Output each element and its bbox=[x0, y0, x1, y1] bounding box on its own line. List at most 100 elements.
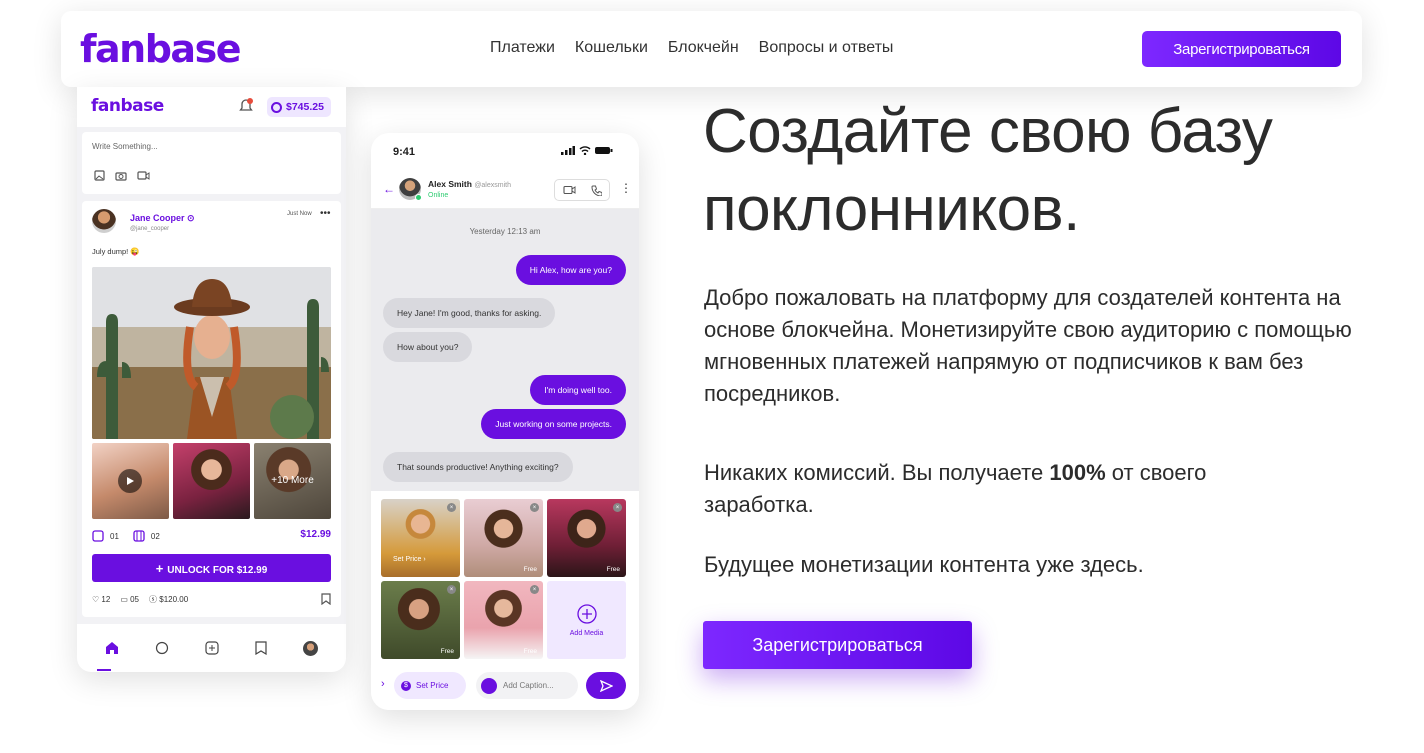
author-name: Jane Cooper ⊙ bbox=[130, 213, 195, 224]
coin-icon bbox=[271, 101, 282, 113]
back-arrow-icon[interactable]: ← bbox=[383, 182, 395, 196]
nav-link-faq[interactable]: Вопросы и ответы bbox=[759, 39, 894, 57]
contact-name-text: Alex Smith bbox=[428, 179, 472, 189]
media-item[interactable]: × Free bbox=[547, 499, 626, 577]
plus-icon: + bbox=[155, 560, 164, 576]
video-icon bbox=[137, 170, 150, 181]
hero-description: Добро пожаловать на платформу для создат… bbox=[704, 285, 1352, 406]
signal-icon bbox=[561, 146, 575, 155]
feed-post: Jane Cooper ⊙ @jane_cooper Just Now ••• … bbox=[82, 201, 341, 617]
profile-avatar[interactable] bbox=[303, 640, 318, 656]
like-stat[interactable]: ♡ 12 bbox=[92, 595, 110, 604]
author-avatar bbox=[92, 209, 116, 233]
comment-count: 05 bbox=[130, 595, 140, 604]
day-separator: Yesterday 12:13 am bbox=[469, 227, 541, 236]
composer-box: Write Something... bbox=[82, 132, 341, 194]
post-image-cowgirl bbox=[92, 267, 331, 439]
media-item[interactable]: × Free bbox=[381, 581, 460, 659]
brand-logo[interactable]: fanbase bbox=[80, 27, 241, 71]
unlock-label: UNLOCK FOR $12.99 bbox=[167, 564, 268, 576]
send-icon bbox=[599, 679, 613, 692]
call-actions bbox=[554, 179, 610, 201]
caption-placeholder: Add Caption... bbox=[503, 681, 554, 690]
post-text: July dump! 😜 bbox=[92, 247, 140, 256]
bookmark-tab-icon[interactable] bbox=[255, 641, 267, 655]
expand-chevron-icon[interactable]: › bbox=[381, 678, 385, 690]
phone-call-icon[interactable] bbox=[590, 185, 602, 196]
send-button[interactable] bbox=[586, 672, 626, 699]
remove-media-icon[interactable]: × bbox=[530, 503, 539, 512]
author-name-text: Jane Cooper bbox=[130, 213, 185, 223]
caption-input[interactable]: Add Caption... bbox=[476, 672, 578, 699]
media-item[interactable]: × Free bbox=[464, 581, 543, 659]
message-bubble: I'm doing well too. bbox=[530, 375, 626, 405]
compose-bar: › $ Set Price Add Caption... bbox=[371, 661, 639, 710]
composer-tools bbox=[94, 170, 150, 181]
set-price-button[interactable]: $ Set Price bbox=[394, 672, 466, 699]
feed-logo: fanbase bbox=[91, 96, 164, 116]
status-icons bbox=[561, 146, 613, 155]
video-call-icon[interactable] bbox=[562, 185, 576, 195]
nav-link-payments[interactable]: Платежи bbox=[490, 39, 555, 57]
wifi-icon bbox=[579, 146, 591, 155]
video-count: 02 bbox=[150, 531, 160, 541]
remove-media-icon[interactable]: × bbox=[530, 585, 539, 594]
bookmark-icon[interactable] bbox=[321, 593, 331, 605]
kebab-menu-icon[interactable]: ⋮ bbox=[620, 181, 632, 195]
remove-media-icon[interactable]: × bbox=[447, 503, 456, 512]
set-price-label: Set Price bbox=[416, 681, 449, 690]
free-label: Free bbox=[606, 566, 620, 573]
comment-icon: ▭ bbox=[120, 595, 128, 604]
contact-status: Online bbox=[428, 192, 449, 199]
hero-register-button[interactable]: Зарегистрироваться bbox=[703, 621, 972, 669]
unlock-button[interactable]: + UNLOCK FOR $12.99 bbox=[92, 554, 331, 582]
message-bubble: How about you? bbox=[383, 332, 473, 362]
media-item[interactable]: × Free bbox=[464, 499, 543, 577]
media-stats: 01 02 $12.99 bbox=[92, 528, 331, 544]
dollar-coin-icon: $ bbox=[401, 680, 411, 691]
online-indicator bbox=[415, 194, 422, 201]
play-icon[interactable] bbox=[118, 469, 142, 493]
nav-link-wallets[interactable]: Кошельки bbox=[575, 39, 648, 57]
heart-icon: ♡ bbox=[92, 595, 100, 604]
add-circle-icon bbox=[576, 603, 597, 624]
nav-link-blockchain[interactable]: Блокчейн bbox=[668, 39, 739, 57]
commission-percent: 100% bbox=[1049, 460, 1106, 485]
set-price-link[interactable]: Set Price › bbox=[393, 556, 426, 563]
chat-header: ← Alex Smith @alexsmith Online ⋮ bbox=[371, 173, 639, 209]
emoji-icon[interactable] bbox=[481, 677, 497, 694]
verified-icon: ⊙ bbox=[187, 213, 195, 223]
thumb-photo[interactable] bbox=[173, 443, 250, 519]
feed-header: fanbase $745.25 bbox=[77, 87, 346, 127]
media-item[interactable]: × Set Price › bbox=[381, 499, 460, 577]
tip-amount: $120.00 bbox=[159, 595, 189, 604]
post-time: Just Now bbox=[287, 211, 312, 217]
remove-media-icon[interactable]: × bbox=[613, 503, 622, 512]
chat-phone-mockup: 9:41 ← Alex Smith @alexsmith Online ⋮ Ye… bbox=[371, 133, 639, 710]
thumb-more[interactable]: +10 More bbox=[254, 443, 331, 519]
post-thumbnails: +10 More bbox=[92, 443, 331, 519]
commission-text-pre: Никаких комиссий. Вы получаете bbox=[704, 460, 1050, 485]
register-button[interactable]: Зарегистрироваться bbox=[1142, 31, 1341, 67]
hero-title: Создайте свою базу поклонников. bbox=[703, 97, 1273, 244]
media-picker: × Set Price › × Free × Free × Free × Fre… bbox=[371, 491, 639, 661]
feed-mockup: fanbase $745.25 Write Something... Jane … bbox=[77, 87, 346, 672]
home-icon[interactable] bbox=[105, 641, 119, 655]
bottom-tabbar bbox=[77, 624, 346, 672]
comment-stat[interactable]: ▭ 05 bbox=[120, 595, 139, 604]
video-count-icon bbox=[133, 530, 145, 542]
gallery-icon bbox=[94, 170, 105, 181]
image-count: 01 bbox=[110, 531, 119, 541]
add-icon[interactable] bbox=[205, 641, 219, 655]
tip-stat[interactable]: ⓢ $120.00 bbox=[149, 594, 188, 605]
contact-handle: @alexsmith bbox=[474, 182, 511, 189]
remove-media-icon[interactable]: × bbox=[447, 585, 456, 594]
chat-thread: Yesterday 12:13 am Hi Alex, how are you?… bbox=[371, 209, 639, 491]
thumb-video[interactable] bbox=[92, 443, 169, 519]
media-grid: × Set Price › × Free × Free × Free × Fre… bbox=[381, 499, 626, 659]
image-count-icon bbox=[92, 530, 104, 542]
more-icon: ••• bbox=[320, 208, 331, 219]
chat-icon[interactable] bbox=[155, 641, 169, 655]
write-placeholder: Write Something... bbox=[92, 142, 158, 151]
add-media-button[interactable]: Add Media bbox=[547, 581, 626, 659]
